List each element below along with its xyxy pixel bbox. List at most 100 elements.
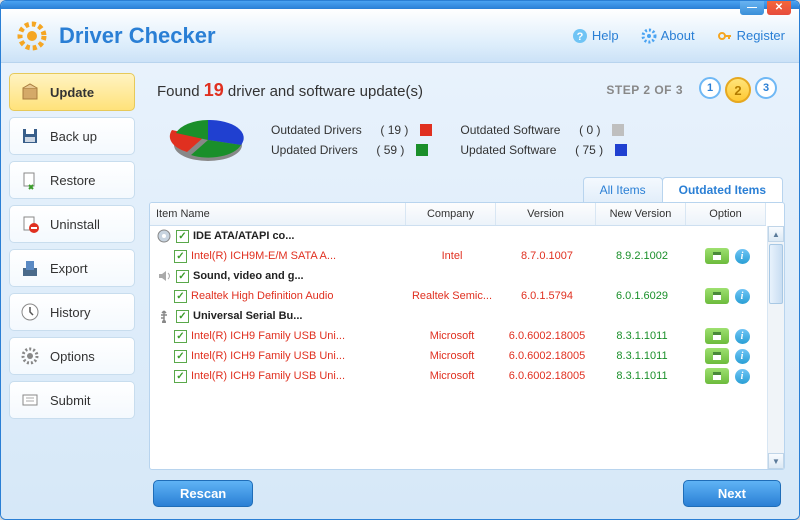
register-link[interactable]: Register [717,28,785,44]
app-window: — ✕ Driver Checker ? Help About Register [0,0,800,520]
restore-icon [20,170,40,190]
sidebar-item-export[interactable]: Export [9,249,135,287]
col-newversion[interactable]: New Version [596,203,686,225]
driver-table: Item Name Company Version New Version Op… [149,202,785,470]
tab-all-items[interactable]: All Items [583,177,663,202]
checkbox-icon[interactable]: ✓ [176,270,189,283]
table-row[interactable]: ✓Intel(R) ICH9 Family USB Uni...Microsof… [150,346,767,366]
help-label: Help [592,28,619,43]
help-link[interactable]: ? Help [572,28,619,44]
checkbox-icon[interactable]: ✓ [176,230,189,243]
scroll-track[interactable] [768,242,784,453]
group-title: Universal Serial Bu... [193,310,302,322]
download-button[interactable] [705,288,729,304]
swatch-red [420,124,432,136]
speaker-icon [156,269,172,283]
app-logo-icon [15,19,49,53]
group-row[interactable]: ✓Sound, video and g... [150,266,767,286]
scroll-thumb[interactable] [769,244,783,304]
minimize-button[interactable]: — [740,0,764,15]
step-2-dot: 2 [725,77,751,103]
driver-newversion: 8.3.1.1011 [597,350,687,362]
sidebar-item-backup[interactable]: Back up [9,117,135,155]
found-count: 19 [204,80,224,100]
usb-icon [156,309,172,323]
next-button[interactable]: Next [683,480,781,507]
col-option[interactable]: Option [686,203,766,225]
sidebar-item-update[interactable]: Update [9,73,135,111]
info-button[interactable]: i [735,289,750,304]
group-row[interactable]: ✓ Universal Serial Bu... [150,306,767,326]
info-button[interactable]: i [735,349,750,364]
found-text: Found 19 driver and software update(s) [157,80,423,101]
pie-chart [163,113,253,167]
sidebar-label: Options [50,349,95,364]
driver-name: Intel(R) ICH9 Family USB Uni... [191,350,345,362]
sidebar-item-uninstall[interactable]: Uninstall [9,205,135,243]
checkbox-icon[interactable]: ✓ [174,350,187,363]
titlebar: — ✕ [1,1,799,9]
download-button[interactable] [705,348,729,364]
driver-version: 6.0.6002.18005 [497,350,597,362]
table-row[interactable]: ✓Intel(R) ICH9M-E/M SATA A...Intel8.7.0.… [150,246,767,266]
driver-version: 6.0.6002.18005 [497,370,597,382]
info-button[interactable]: i [735,329,750,344]
tab-outdated-items[interactable]: Outdated Items [662,177,783,202]
info-button[interactable]: i [735,369,750,384]
driver-version: 6.0.6002.18005 [497,330,597,342]
close-button[interactable]: ✕ [767,0,791,15]
checkbox-icon[interactable]: ✓ [176,310,189,323]
group-row[interactable]: ✓ IDE ATA/ATAPI co... [150,226,767,246]
driver-newversion: 8.3.1.1011 [597,330,687,342]
box-icon [20,82,40,102]
swatch-grey [612,124,624,136]
download-button[interactable] [705,328,729,344]
driver-newversion: 6.0.1.6029 [597,290,687,302]
col-company[interactable]: Company [406,203,496,225]
options-icon [20,346,40,366]
download-button[interactable] [705,248,729,264]
sidebar-item-history[interactable]: History [9,293,135,331]
register-label: Register [737,28,785,43]
checkbox-icon[interactable]: ✓ [174,330,187,343]
sidebar-label: Restore [50,173,96,188]
info-button[interactable]: i [735,249,750,264]
driver-name: Realtek High Definition Audio [191,290,333,302]
table-row[interactable]: ✓Realtek High Definition AudioRealtek Se… [150,286,767,306]
rescan-button[interactable]: Rescan [153,480,253,507]
export-icon [20,258,40,278]
driver-name: Intel(R) ICH9 Family USB Uni... [191,330,345,342]
key-icon [717,28,733,44]
sidebar-label: History [50,305,90,320]
driver-version: 8.7.0.1007 [497,250,597,262]
table-row[interactable]: ✓Intel(R) ICH9 Family USB Uni...Microsof… [150,326,767,346]
table-row[interactable]: ✓Intel(R) ICH9 Family USB Uni...Microsof… [150,366,767,386]
step-3-dot: 3 [755,77,777,99]
legend: Outdated Drivers ( 19 ) Outdated Softwar… [271,123,627,157]
header: Driver Checker ? Help About Register [1,9,799,63]
checkbox-icon[interactable]: ✓ [174,290,187,303]
group-title: IDE ATA/ATAPI co... [193,230,294,242]
driver-newversion: 8.3.1.1011 [597,370,687,382]
col-version[interactable]: Version [496,203,596,225]
driver-name: Intel(R) ICH9M-E/M SATA A... [191,250,336,262]
checkbox-icon[interactable]: ✓ [174,250,187,263]
table-header: Item Name Company Version New Version Op… [150,203,766,226]
driver-company: Microsoft [407,370,497,382]
col-name[interactable]: Item Name [150,203,406,225]
sidebar-item-restore[interactable]: Restore [9,161,135,199]
driver-newversion: 8.9.2.1002 [597,250,687,262]
gear-icon [641,28,657,44]
sidebar-item-options[interactable]: Options [9,337,135,375]
about-link[interactable]: About [641,28,695,44]
disc-icon [156,229,172,243]
scroll-down-button[interactable]: ▼ [768,453,784,469]
download-button[interactable] [705,368,729,384]
clock-icon [20,302,40,322]
scroll-up-button[interactable]: ▲ [768,226,784,242]
scrollbar[interactable]: ▲ ▼ [767,226,784,469]
table-body: ✓IDE ATA/ATAPI co...✓Intel(R) ICH9M-E/M … [150,226,767,469]
swatch-blue [615,144,627,156]
sidebar-item-submit[interactable]: Submit [9,381,135,419]
checkbox-icon[interactable]: ✓ [174,370,187,383]
